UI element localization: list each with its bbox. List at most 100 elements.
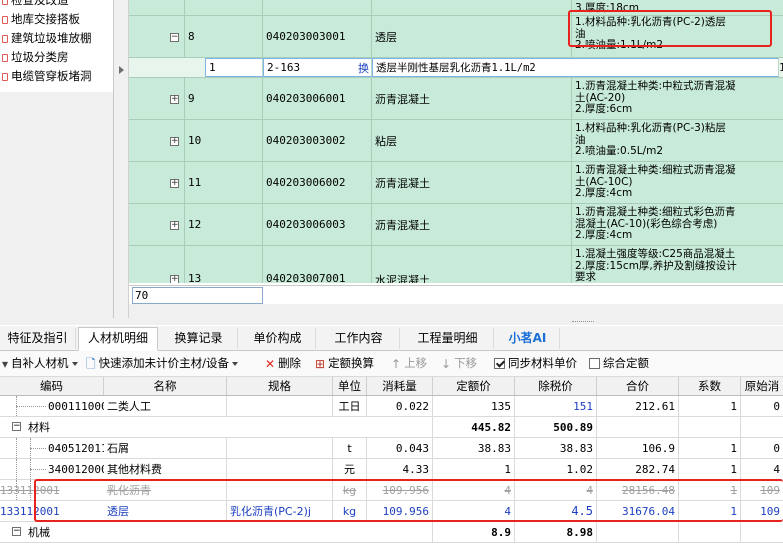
row-orig: 109 <box>760 483 780 497</box>
row-qty: 109.956 <box>367 480 433 500</box>
row-code: 040203006002 <box>266 176 346 189</box>
convert-quota-button[interactable]: ⊞ 定额换算 <box>315 354 374 373</box>
table-row[interactable]: 000111000 二类人工 工日 0.022 135 151 212.61 1… <box>0 396 783 417</box>
row-spec <box>227 459 333 479</box>
row-tax-price[interactable]: 38.83 <box>515 438 597 458</box>
column-header[interactable]: 规格 <box>227 377 333 395</box>
column-header[interactable]: 编码 <box>0 377 104 395</box>
column-header[interactable]: 原始消 <box>741 377 783 395</box>
convert-icon: ⊞ <box>315 356 326 371</box>
row-qty: 0.022 <box>367 396 433 416</box>
expand-icon[interactable]: + <box>170 221 179 230</box>
row-name: 水泥混凝土 <box>375 274 430 283</box>
group-row[interactable]: − 材料 445.82 500.89 <box>0 417 783 438</box>
row-code: 040203003001 <box>266 30 346 43</box>
document-icon <box>2 53 8 62</box>
expand-icon[interactable]: + <box>170 179 179 188</box>
splitter-grip[interactable] <box>572 321 594 323</box>
expand-icon[interactable]: + <box>170 137 179 146</box>
collapse-icon[interactable]: − <box>170 33 179 42</box>
quick-add-button[interactable]: 🗋 快速添加未计价主材/设备 <box>86 354 239 373</box>
bill-items-grid: 3.厚度:18cm − 8 040203003001 透层 1.材料品种:乳化沥… <box>129 0 783 283</box>
left-panel-empty-area <box>0 92 114 325</box>
tree-item[interactable]: 垃圾分类房 <box>2 48 69 67</box>
row-seq: 1 <box>209 61 216 74</box>
supplement-button[interactable]: ▾ 自补人材机 <box>2 354 78 373</box>
tab-unit-price[interactable]: 单价构成 <box>240 328 316 349</box>
group-price: 445.82 <box>433 417 515 437</box>
column-header[interactable]: 合价 <box>597 377 679 395</box>
row-total: 31676.04 <box>597 501 679 521</box>
row-total: 212.61 <box>597 396 679 416</box>
row-spec <box>227 480 333 500</box>
tree-item[interactable]: 建筑垃圾堆放棚 <box>2 29 92 48</box>
checkbox-icon[interactable] <box>589 358 600 369</box>
table-row[interactable]: + 12 040203006003 沥青混凝土 1.沥青混凝土种类:细粒式彩色沥… <box>129 204 783 246</box>
item-feature-line: 1.沥青混凝土种类:细粒式彩色沥青 <box>575 206 736 218</box>
row-tax-price[interactable]: 4.5 <box>515 501 597 521</box>
arrow-down-icon: ↓ <box>441 356 452 371</box>
sync-price-checkbox[interactable]: 同步材料单价 <box>494 354 577 373</box>
expand-icon[interactable]: + <box>170 275 179 283</box>
collapse-icon[interactable]: − <box>12 422 21 431</box>
document-icon <box>2 72 8 81</box>
tab-ai-assistant[interactable]: 小茗AI <box>496 328 560 349</box>
row-name: 透层 <box>104 501 227 521</box>
collapse-icon[interactable]: − <box>12 527 21 536</box>
delete-button[interactable]: ✕ 删除 <box>265 354 301 373</box>
add-document-icon: 🗋 <box>86 356 96 371</box>
row-name: 透层 <box>375 30 397 44</box>
column-header[interactable]: 名称 <box>104 377 227 395</box>
combined-quota-checkbox[interactable]: 综合定额 <box>589 354 649 373</box>
row-price: 135 <box>433 396 515 416</box>
tab-quantity-detail[interactable]: 工程量明细 <box>402 328 494 349</box>
tab-features[interactable]: 特征及指引 <box>0 328 76 349</box>
column-header[interactable]: 除税价 <box>515 377 597 395</box>
row-spec <box>227 438 333 458</box>
tab-work-content[interactable]: 工作内容 <box>318 328 400 349</box>
tree-item[interactable]: 电缆管穿板堵洞 <box>2 67 92 86</box>
row-name: 二类人工 <box>104 396 227 416</box>
group-row[interactable]: − 机械 8.9 8.98 <box>0 522 783 543</box>
tree-item-label: 检查及改造 <box>11 0 69 7</box>
checkbox-checked-icon[interactable] <box>494 358 505 369</box>
tab-labor-material-machine[interactable]: 人材机明细 <box>78 327 158 351</box>
column-header[interactable]: 系数 <box>679 377 741 395</box>
table-row[interactable]: + 13 040203007001 水泥混凝土 1.混凝土强度等级:C25商品混… <box>129 246 783 283</box>
row-price: 4 <box>433 480 515 500</box>
tree-item-label: 垃圾分类房 <box>11 50 69 64</box>
row-tax-price[interactable]: 151 <box>515 396 597 416</box>
column-header[interactable]: 单位 <box>333 377 367 395</box>
row-total: 28156.48 <box>597 480 679 500</box>
table-row[interactable]: + 9 040203006001 沥青混凝土 1.沥青混凝土种类:中粒式沥青混凝… <box>129 78 783 120</box>
table-row[interactable]: − 8 040203003001 透层 1.材料品种:乳化沥青(PC-2)透层 … <box>129 16 783 58</box>
tree-item-label: 地库交接搭板 <box>11 12 80 26</box>
table-row[interactable]: 3.厚度:18cm <box>129 0 783 16</box>
quantity-input[interactable]: 70 <box>132 287 263 304</box>
tree-item[interactable]: 地库交接搭板 <box>2 10 80 29</box>
collapse-arrow-icon[interactable] <box>119 66 124 74</box>
table-row[interactable]: + 11 040203006002 沥青混凝土 1.沥青混凝土种类:细粒式沥青混… <box>129 162 783 204</box>
row-tax-price[interactable]: 1.02 <box>515 459 597 479</box>
table-row[interactable]: 340012000 其他材料费 元 4.33 1 1.02 282.74 1 4 <box>0 459 783 480</box>
table-row[interactable]: 133112001 透层 乳化沥青(PC-2)j kg 109.956 4 4.… <box>0 501 783 522</box>
tree-item[interactable]: 检查及改造 <box>2 0 69 10</box>
quota-row[interactable]: 1 2-163 换 透层半刚性基层乳化沥青1.1L/m2 1 <box>129 58 783 78</box>
table-row[interactable]: 040512011 石屑 t 0.043 38.83 38.83 106.9 1… <box>0 438 783 459</box>
horizontal-splitter[interactable] <box>0 318 783 325</box>
column-header[interactable]: 定额价 <box>433 377 515 395</box>
row-qty: 0.043 <box>367 438 433 458</box>
row-name: 石屑 <box>104 438 227 458</box>
column-header[interactable]: 消耗量 <box>367 377 433 395</box>
move-down-button[interactable]: ↓ 下移 <box>441 354 477 373</box>
expand-icon[interactable]: + <box>170 95 179 104</box>
tab-conversion-records[interactable]: 换算记录 <box>160 328 238 349</box>
item-feature-line: 要求 <box>575 271 596 283</box>
vertical-splitter[interactable] <box>114 0 129 325</box>
item-feature-line: 2.喷油量:0.5L/m2 <box>575 145 664 157</box>
table-row[interactable]: 133112001 乳化沥青 kg 109.956 4 4 28156.48 1… <box>0 480 783 501</box>
quantity-input-bar: 70 <box>129 285 783 305</box>
move-up-button[interactable]: ↑ 上移 <box>391 354 427 373</box>
table-row[interactable]: + 10 040203003002 粘层 1.材料品种:乳化沥青(PC-3)粘层… <box>129 120 783 162</box>
replace-tag[interactable]: 换 <box>358 60 371 76</box>
